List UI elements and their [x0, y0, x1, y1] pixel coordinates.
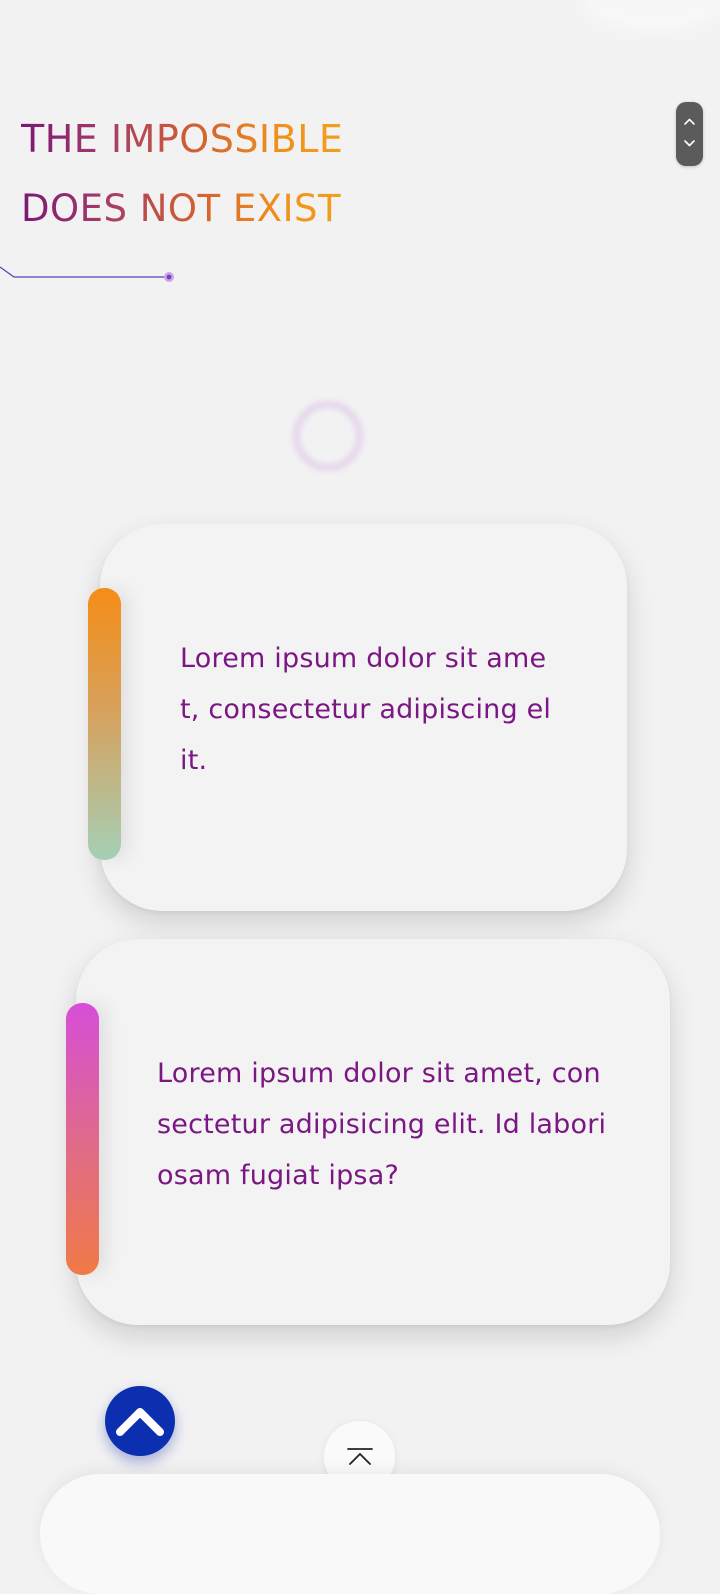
card-accent-bar — [66, 1003, 99, 1275]
chevron-up-icon[interactable] — [683, 117, 696, 126]
next-card — [40, 1474, 660, 1594]
chevron-down-icon[interactable] — [683, 139, 696, 148]
connector-line — [0, 266, 174, 282]
back-to-top-button[interactable] — [105, 1386, 175, 1456]
scroll-control[interactable] — [676, 102, 703, 166]
hero-title: THE IMPOSSIBLE DOES NOT EXIST — [21, 113, 343, 235]
info-card: Lorem ipsum dolor sit amet, consectetur … — [88, 524, 627, 911]
loading-ring — [293, 401, 363, 471]
card-text: Lorem ipsum dolor sit amet, consectetur … — [180, 643, 552, 776]
card-text: Lorem ipsum dolor sit amet, consectetur … — [157, 1058, 607, 1191]
info-card: Lorem ipsum dolor sit amet, consectetur … — [66, 939, 670, 1325]
hero-title-line2: DOES NOT EXIST — [21, 187, 342, 230]
decorative-glow — [590, 0, 720, 20]
chevron-up-icon — [116, 1408, 164, 1436]
arrow-to-top-icon — [346, 1447, 373, 1465]
card-accent-bar — [88, 588, 121, 860]
hero-title-line1: THE IMPOSSIBLE — [21, 117, 344, 161]
